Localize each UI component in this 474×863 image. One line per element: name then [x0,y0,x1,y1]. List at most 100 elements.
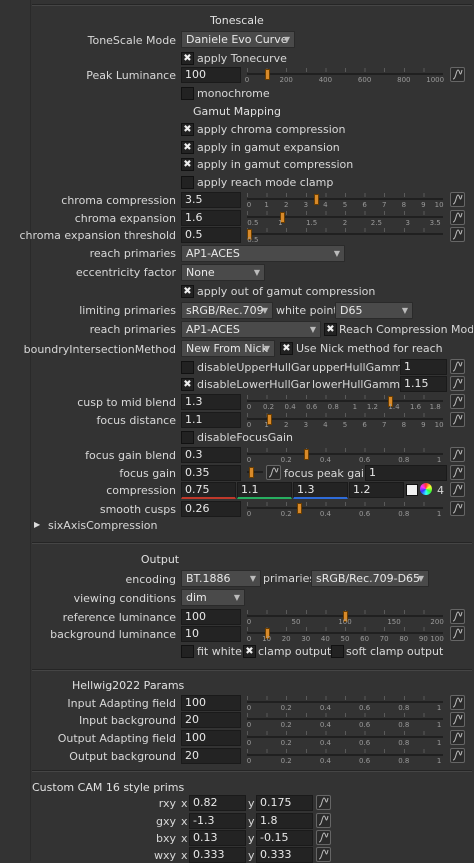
apply-reach-checkbox[interactable] [181,176,194,189]
soft-clamp-checkbox[interactable] [331,645,344,658]
chroma-compression-slider[interactable]: 0 1 2 3 4 5 6 7 8 9 10 [247,193,444,209]
focus-peak-gain-input[interactable]: 1 [365,465,447,481]
chroma-expansion-slider[interactable]: 0.5 1 1.5 2 2.5 3 3.5 [247,211,443,227]
bxy-y-input[interactable]: -0.15 [256,830,313,846]
focus-gain-input[interactable]: 0.35 [181,465,241,481]
curve-editor-icon[interactable] [450,712,465,727]
viewing-conditions-dropdown[interactable]: dim ▼ [181,589,245,606]
compression-r-input[interactable]: 0.75 [181,482,236,499]
color-swatch-icon[interactable] [406,484,418,496]
disable-lower-hull-checkbox[interactable]: ✖ [181,378,194,391]
bxy-x-input[interactable]: 0.13 [189,830,246,846]
curve-editor-icon[interactable] [450,412,465,427]
chroma-threshold-slider[interactable]: 0.5 [247,228,443,244]
clamp-output-checkbox[interactable]: ✖ [243,645,256,658]
curve-editor-icon[interactable] [450,192,465,207]
slider-handle[interactable] [304,449,309,460]
curve-editor-icon[interactable] [450,447,465,462]
curve-editor-icon[interactable] [450,376,465,391]
curve-editor-icon[interactable] [316,830,331,845]
lower-hull-gamma-input[interactable]: 1.15 [400,376,447,392]
compression-b-input[interactable]: 1.3 [293,482,348,499]
fit-white-checkbox[interactable] [181,645,194,658]
curve-editor-icon[interactable] [450,501,465,516]
curve-editor-icon[interactable] [450,227,465,242]
slider-handle[interactable] [249,467,254,478]
curve-editor-icon[interactable] [316,795,331,810]
chroma-threshold-input[interactable]: 0.5 [181,227,241,243]
curve-editor-icon[interactable] [450,748,465,763]
disable-upper-hull-checkbox[interactable] [181,361,194,374]
curve-editor-icon[interactable] [450,465,465,480]
color-wheel-icon[interactable] [420,483,432,495]
expand-triangle-icon[interactable]: ▶ [34,520,40,529]
peak-luminance-input[interactable]: 100 [181,67,241,83]
gxy-x-input[interactable]: -1.3 [189,813,246,829]
tonescale-mode-dropdown[interactable]: Daniele Evo Curve ▼ [181,31,295,48]
curve-editor-icon[interactable] [316,813,331,828]
input-adapting-slider[interactable]: 0 0.2 0.4 0.6 0.8 1 [247,696,443,712]
gxy-y-input[interactable]: 1.8 [256,813,313,829]
rxy-x-input[interactable]: 0.82 [189,795,246,811]
curve-editor-icon[interactable] [450,67,465,82]
apply-out-of-gamut-checkbox[interactable]: ✖ [181,285,194,298]
curve-editor-icon[interactable] [266,465,281,480]
focus-distance-slider[interactable]: 0 1 2 3 4 5 6 7 8 9 10 [247,413,444,429]
curve-editor-icon[interactable] [450,394,465,409]
input-background-input[interactable]: 20 [181,712,241,728]
curve-editor-icon[interactable] [316,847,331,862]
chroma-compression-input[interactable]: 3.5 [181,192,241,208]
reference-luminance-slider[interactable]: 0 50 100 150 200 [247,610,444,626]
primaries-dropdown[interactable]: sRGB/Rec.709-D65 ▼ [311,570,429,587]
curve-editor-icon[interactable] [450,695,465,710]
output-adapting-input[interactable]: 100 [181,730,241,746]
peak-luminance-slider[interactable]: 0 200 400 600 800 1000 [245,68,444,84]
monochrome-checkbox[interactable] [181,87,194,100]
apply-compression-checkbox[interactable]: ✖ [181,158,194,171]
background-luminance-input[interactable]: 10 [181,626,241,642]
disable-focus-gain-checkbox[interactable] [181,431,194,444]
use-nick-checkbox[interactable]: ✖ [280,342,293,355]
apply-chroma-checkbox[interactable]: ✖ [181,123,194,136]
input-background-slider[interactable]: 0 0.2 0.4 0.6 0.8 1 [247,713,443,729]
curve-editor-icon[interactable] [450,609,465,624]
curve-editor-icon[interactable] [450,626,465,641]
eccentricity-dropdown[interactable]: None ▼ [181,264,265,281]
smooth-cusps-input[interactable]: 0.26 [181,501,241,517]
output-adapting-slider[interactable]: 0 0.2 0.4 0.6 0.8 1 [247,731,443,747]
curve-editor-icon[interactable] [450,359,465,374]
curve-editor-icon[interactable] [450,210,465,225]
output-background-slider[interactable]: 0 0.2 0.4 0.6 0.8 1 [247,749,443,765]
curve-editor-icon[interactable] [450,482,465,497]
curve-editor-icon[interactable] [450,730,465,745]
reach-compression-checkbox[interactable]: ✖ [324,323,337,336]
upper-hull-gamma-input[interactable]: 1 [400,359,447,375]
output-background-input[interactable]: 20 [181,748,241,764]
boundry-method-dropdown[interactable]: New From Nick ▼ [181,340,275,357]
encoding-dropdown[interactable]: BT.1886 ▼ [181,570,261,587]
apply-tonecurve-checkbox[interactable]: ✖ [181,52,194,65]
background-luminance-slider[interactable]: 0 10 20 30 40 50 60 70 80 90 100 [247,627,444,643]
cusp-to-mid-input[interactable]: 1.3 [181,394,241,410]
reference-luminance-input[interactable]: 100 [181,609,241,625]
chroma-expansion-input[interactable]: 1.6 [181,210,241,226]
rxy-y-input[interactable]: 0.175 [256,795,313,811]
six-axis-compression-group[interactable]: sixAxisCompression [48,519,158,532]
focus-gain-blend-input[interactable]: 0.3 [181,447,241,463]
compression-a-input[interactable]: 1.2 [349,482,404,498]
apply-expansion-checkbox[interactable]: ✖ [181,141,194,154]
cusp-to-mid-slider[interactable]: 0 0.2 0.4 0.6 0.8 1 1.2 1.4 1.6 1.8 [247,395,443,411]
reach-primaries-dropdown[interactable]: AP1-ACES ▼ [181,245,345,262]
limiting-primaries-dropdown[interactable]: sRGB/Rec.709 ▼ [181,302,273,319]
white-point-dropdown[interactable]: D65 ▼ [335,302,413,319]
reach-primaries-2-dropdown[interactable]: AP1-ACES ▼ [181,321,321,338]
slider-handle[interactable] [314,194,319,205]
slider-handle[interactable] [265,69,270,80]
input-adapting-input[interactable]: 100 [181,695,241,711]
focus-distance-input[interactable]: 1.1 [181,412,241,428]
slider-handle[interactable] [297,503,302,514]
focus-gain-slider[interactable] [247,466,263,482]
compression-g-input[interactable]: 1.1 [237,482,292,499]
smooth-cusps-slider[interactable]: 0 0.2 0.4 0.6 0.8 1 [247,502,443,518]
focus-gain-blend-slider[interactable]: 0 0.2 0.4 0.6 0.8 1 [247,448,443,464]
